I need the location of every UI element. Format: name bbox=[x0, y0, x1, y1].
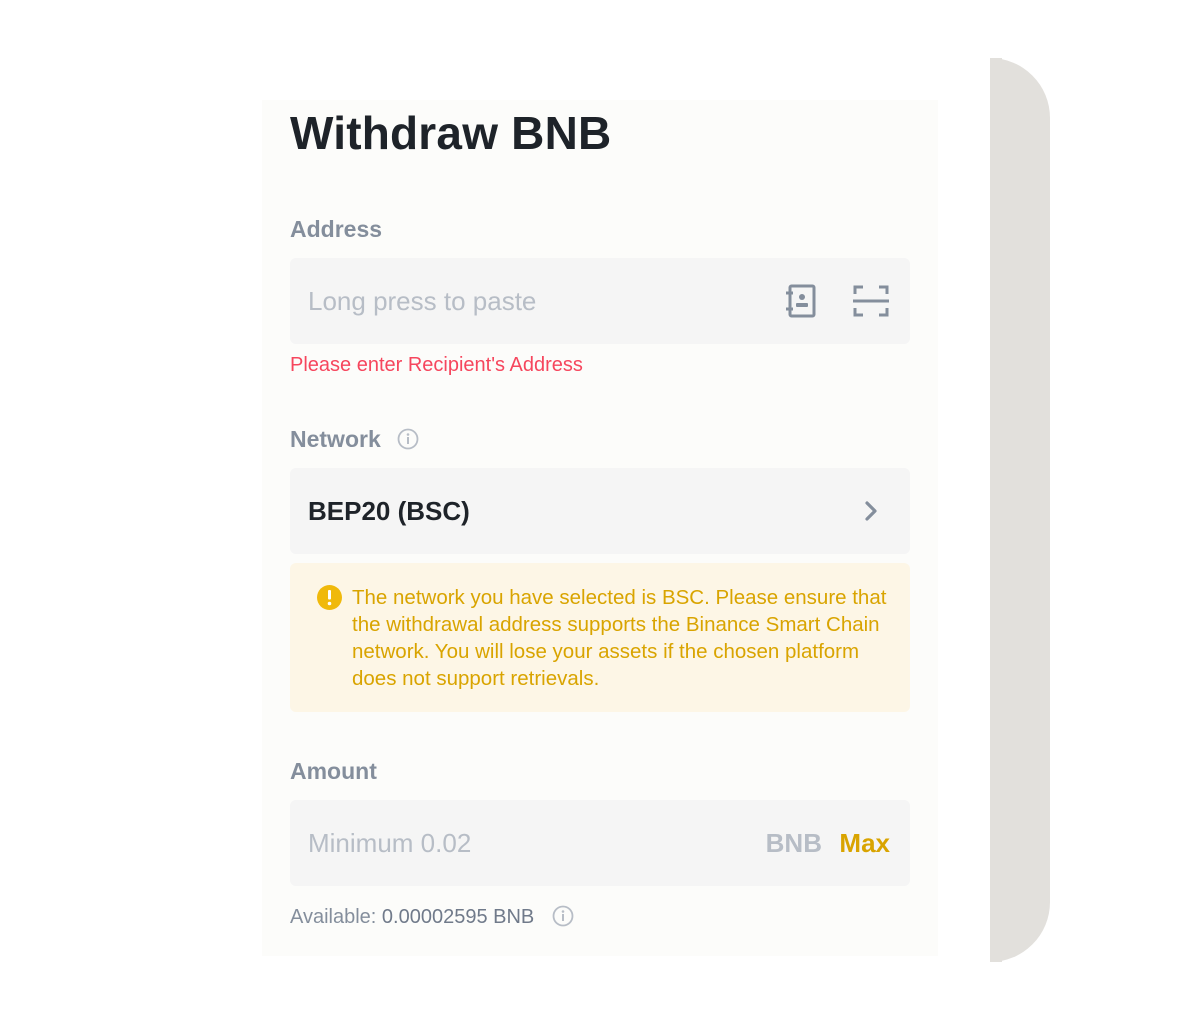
address-label: Address bbox=[290, 216, 383, 242]
network-warning-text: The network you have selected is BSC. Pl… bbox=[352, 586, 887, 690]
amount-unit: BNB bbox=[765, 828, 822, 858]
network-label-text: Network bbox=[290, 426, 381, 452]
address-book-icon[interactable] bbox=[784, 283, 820, 319]
info-icon[interactable] bbox=[397, 428, 419, 450]
network-selector[interactable]: BEP20 (BSC) bbox=[290, 468, 910, 554]
chevron-right-icon bbox=[860, 500, 882, 522]
available-info-icon[interactable] bbox=[552, 905, 574, 927]
scan-icon[interactable] bbox=[853, 283, 889, 319]
available-balance: Available: 0.00002595 BNB bbox=[290, 905, 574, 929]
withdraw-screen: Withdraw BNB Address Long press to paste… bbox=[0, 0, 1200, 1020]
warning-icon bbox=[317, 585, 342, 610]
network-warning-box: The network you have selected is BSC. Pl… bbox=[290, 563, 910, 712]
available-value: 0.00002595 BNB bbox=[381, 906, 535, 928]
amount-placeholder: Minimum 0.02 bbox=[308, 828, 472, 858]
available-label: Available: bbox=[290, 906, 377, 928]
device-frame-edge bbox=[990, 58, 1050, 962]
page-title: Withdraw BNB bbox=[290, 107, 612, 159]
address-placeholder: Long press to paste bbox=[308, 286, 537, 316]
network-label: Network bbox=[290, 426, 419, 453]
max-button[interactable]: Max bbox=[839, 800, 890, 886]
address-error-message: Please enter Recipient's Address bbox=[290, 354, 583, 376]
amount-input[interactable]: Minimum 0.02 BNB Max bbox=[290, 800, 910, 886]
network-selected-value: BEP20 (BSC) bbox=[308, 496, 470, 526]
amount-label: Amount bbox=[290, 758, 377, 784]
address-input[interactable]: Long press to paste bbox=[290, 258, 910, 344]
